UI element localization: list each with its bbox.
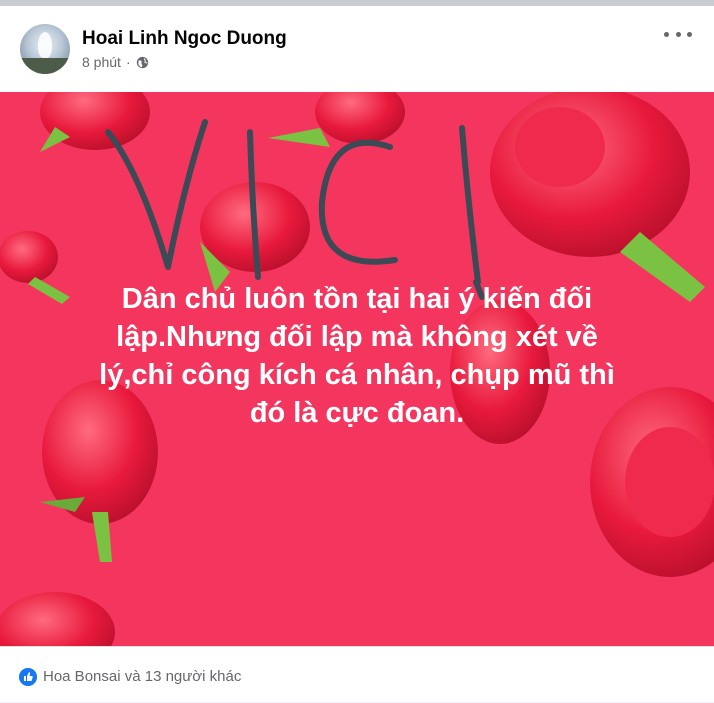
post-header: Hoai Linh Ngoc Duong 8 phút · (0, 6, 714, 92)
avatar-ground (20, 58, 70, 74)
rose-bottom-left (0, 592, 115, 646)
dot-icon (675, 31, 681, 37)
more-options-icon[interactable] (664, 26, 692, 42)
caption-line: Dân chủ luôn tồn tại hai ý kiến đối (121, 283, 593, 315)
post-meta: 8 phút · (82, 54, 149, 70)
reactions-summary[interactable]: Hoa Bonsai và 13 người khác (43, 668, 241, 685)
dot-icon (664, 31, 669, 37)
post-image[interactable]: Dân chủ luôn tồn tại hai ý kiến đối lập.… (0, 92, 714, 646)
post-card: Hoai Linh Ngoc Duong 8 phút · Dân chủ lu… (0, 6, 714, 702)
author-name[interactable]: Hoai Linh Ngoc Duong (82, 28, 287, 50)
image-caption-text: Dân chủ luôn tồn tại hai ý kiến đối lập.… (0, 280, 714, 432)
rose-top-right (490, 92, 705, 302)
like-icon[interactable] (19, 668, 37, 686)
avatar[interactable] (20, 24, 70, 74)
caption-line: lý,chỉ công kích cá nhân, chụp mũ thì (99, 359, 615, 391)
rose-top-middle (268, 92, 405, 147)
caption-line: lập.Nhưng đối lập mà không xét về (116, 321, 598, 353)
meta-separator: · (125, 54, 131, 70)
post-footer: Hoa Bonsai và 13 người khác (0, 646, 714, 703)
caption-line: đó là cực đoan. (249, 397, 465, 429)
rose-top-left (40, 92, 150, 152)
avatar-splash (38, 32, 52, 58)
post-time[interactable]: 8 phút (82, 54, 121, 70)
globe-icon[interactable] (136, 56, 149, 69)
dot-icon (687, 31, 692, 37)
